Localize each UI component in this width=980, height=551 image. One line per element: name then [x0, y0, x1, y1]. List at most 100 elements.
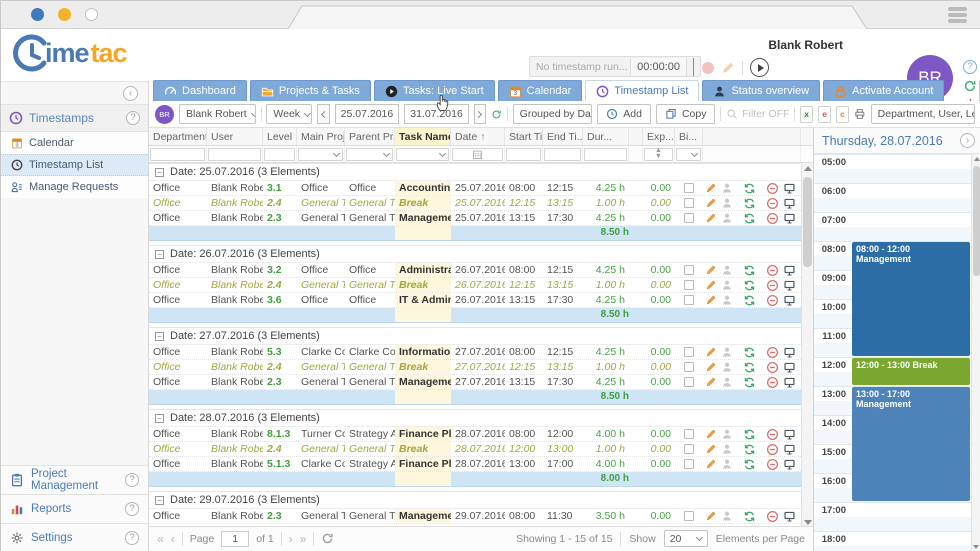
remove-icon[interactable]	[766, 458, 779, 471]
monitor-icon[interactable]	[783, 182, 796, 195]
remove-icon[interactable]	[766, 346, 779, 359]
timestamp-row[interactable]: OfficeBlank Robert2.3General Tas...Gener…	[149, 375, 813, 390]
group-header[interactable]: −Date: 25.07.2016 (3 Elements)	[149, 163, 813, 181]
remove-icon[interactable]	[766, 294, 779, 307]
collapse-group-icon[interactable]: −	[155, 168, 164, 177]
sync-icon[interactable]	[743, 361, 756, 374]
scroll-down-icon[interactable]	[804, 520, 812, 525]
sync-icon[interactable]	[743, 294, 756, 307]
assign-user-icon[interactable]	[721, 294, 733, 306]
remove-icon[interactable]	[766, 510, 779, 523]
next-week-button[interactable]	[474, 104, 486, 124]
billable-checkbox[interactable]	[684, 429, 694, 439]
remove-icon[interactable]	[766, 428, 779, 441]
calendar-event[interactable]: 12:00 - 13:00 Break	[852, 358, 970, 385]
assign-user-icon[interactable]	[721, 279, 733, 291]
user-select[interactable]: Blank Robert	[179, 104, 256, 124]
remove-icon[interactable]	[766, 361, 779, 374]
column-config-select[interactable]: Department, User, Level, M	[871, 104, 975, 124]
tab-dashboard[interactable]: Dashboard	[153, 80, 247, 101]
assign-user-icon[interactable]	[721, 212, 733, 224]
billable-checkbox[interactable]	[684, 295, 694, 305]
column-header-main-proj-[interactable]: Main Proj...	[297, 128, 345, 145]
sidebar-item-manage-requests[interactable]: Manage Requests	[1, 176, 148, 198]
filter-input[interactable]	[150, 148, 205, 161]
calendar-scrollbar[interactable]	[971, 154, 980, 551]
remove-icon[interactable]	[766, 279, 779, 292]
filter-toggle[interactable]: Filter OFF	[726, 108, 789, 120]
edit-icon[interactable]	[705, 458, 717, 470]
remove-icon[interactable]	[766, 212, 779, 225]
billable-checkbox[interactable]	[684, 511, 694, 521]
column-header-level[interactable]: Level	[263, 128, 297, 145]
edit-icon[interactable]	[705, 294, 717, 306]
collapse-group-icon[interactable]: −	[155, 332, 164, 341]
filter-input[interactable]	[544, 148, 581, 161]
tab-timestamp-list[interactable]: Timestamp List	[585, 80, 699, 101]
reload-icon[interactable]	[491, 107, 502, 122]
page-input[interactable]: 1	[221, 531, 249, 547]
group-header[interactable]: −Date: 26.07.2016 (3 Elements)	[149, 245, 813, 263]
remove-icon[interactable]	[766, 264, 779, 277]
group-by-select[interactable]: Grouped by Date	[513, 104, 593, 124]
date-from-field[interactable]: 25.07.2016	[335, 104, 400, 124]
edit-icon[interactable]	[705, 443, 717, 455]
timestamp-row[interactable]: OfficeBlank Robert8.1.3Turner Cor...Stra…	[149, 427, 813, 442]
print-icon[interactable]	[854, 106, 866, 122]
edit-icon[interactable]	[705, 264, 717, 276]
assign-user-icon[interactable]	[721, 346, 733, 358]
column-header-start-ti-[interactable]: Start Ti...	[505, 128, 543, 145]
export-excel-button[interactable]: x	[800, 106, 813, 123]
timestamp-row[interactable]: OfficeBlank Robert2.4General Tas...Gener…	[149, 278, 813, 293]
edit-icon[interactable]	[705, 212, 717, 224]
timestamp-row[interactable]: OfficeBlank Robert2.4General Tas...Gener…	[149, 442, 813, 457]
sync-icon[interactable]	[743, 264, 756, 277]
record-icon[interactable]	[702, 62, 714, 74]
window-controls[interactable]	[31, 8, 98, 21]
edit-icon[interactable]	[705, 182, 717, 194]
edit-icon[interactable]	[705, 346, 717, 358]
next-page-button[interactable]: ›	[289, 532, 293, 546]
billable-checkbox[interactable]	[684, 280, 694, 290]
billable-checkbox[interactable]	[684, 198, 694, 208]
column-header-date[interactable]: Date↑	[451, 128, 505, 145]
scroll-down-icon[interactable]	[973, 545, 979, 549]
filter-input[interactable]	[396, 148, 449, 161]
monitor-icon[interactable]	[783, 428, 796, 441]
monitor-icon[interactable]	[783, 212, 796, 225]
column-header-end-ti-[interactable]: End Ti...	[543, 128, 583, 145]
assign-user-icon[interactable]	[721, 376, 733, 388]
filter-input[interactable]	[346, 148, 393, 161]
edit-icon[interactable]	[705, 376, 717, 388]
add-button[interactable]: Add	[597, 104, 651, 124]
edit-icon[interactable]	[705, 197, 717, 209]
group-header[interactable]: −Date: 28.07.2016 (3 Elements)	[149, 409, 813, 427]
grid-scrollbar[interactable]	[801, 163, 813, 528]
sync-icon[interactable]	[743, 182, 756, 195]
section-help-icon[interactable]: ?	[126, 111, 140, 125]
help-icon[interactable]: ?	[963, 60, 977, 74]
assign-user-icon[interactable]	[721, 443, 733, 455]
scrollbar-thumb[interactable]	[803, 177, 812, 267]
prev-page-button[interactable]: ‹	[171, 532, 175, 546]
group-header[interactable]: −Date: 27.07.2016 (3 Elements)	[149, 327, 813, 345]
collapse-group-icon[interactable]: −	[155, 250, 164, 259]
column-header-department[interactable]: Department	[149, 128, 207, 145]
filter-input[interactable]	[208, 148, 261, 161]
window-button-white[interactable]	[85, 8, 98, 21]
monitor-icon[interactable]	[783, 361, 796, 374]
tab-activate-account[interactable]: Activate Account	[823, 80, 944, 101]
range-select[interactable]: Week	[266, 104, 312, 124]
prev-week-button[interactable]	[317, 104, 329, 124]
timestamp-row[interactable]: OfficeBlank Robert2.3General Tas...Gener…	[149, 509, 813, 524]
collapse-group-icon[interactable]: −	[155, 414, 164, 423]
edit-icon[interactable]	[705, 428, 717, 440]
billable-checkbox[interactable]	[684, 377, 694, 387]
refresh-icon[interactable]	[963, 79, 977, 93]
first-page-button[interactable]: «	[157, 532, 164, 546]
column-header-blank[interactable]	[703, 128, 801, 145]
column-header-task-name[interactable]: Task Name	[395, 128, 451, 145]
sidebar-item-project-management[interactable]: Project Management ?	[1, 465, 148, 494]
scroll-up-icon[interactable]	[974, 157, 980, 161]
sidebar-item-calendar[interactable]: 3 Calendar	[1, 132, 148, 154]
